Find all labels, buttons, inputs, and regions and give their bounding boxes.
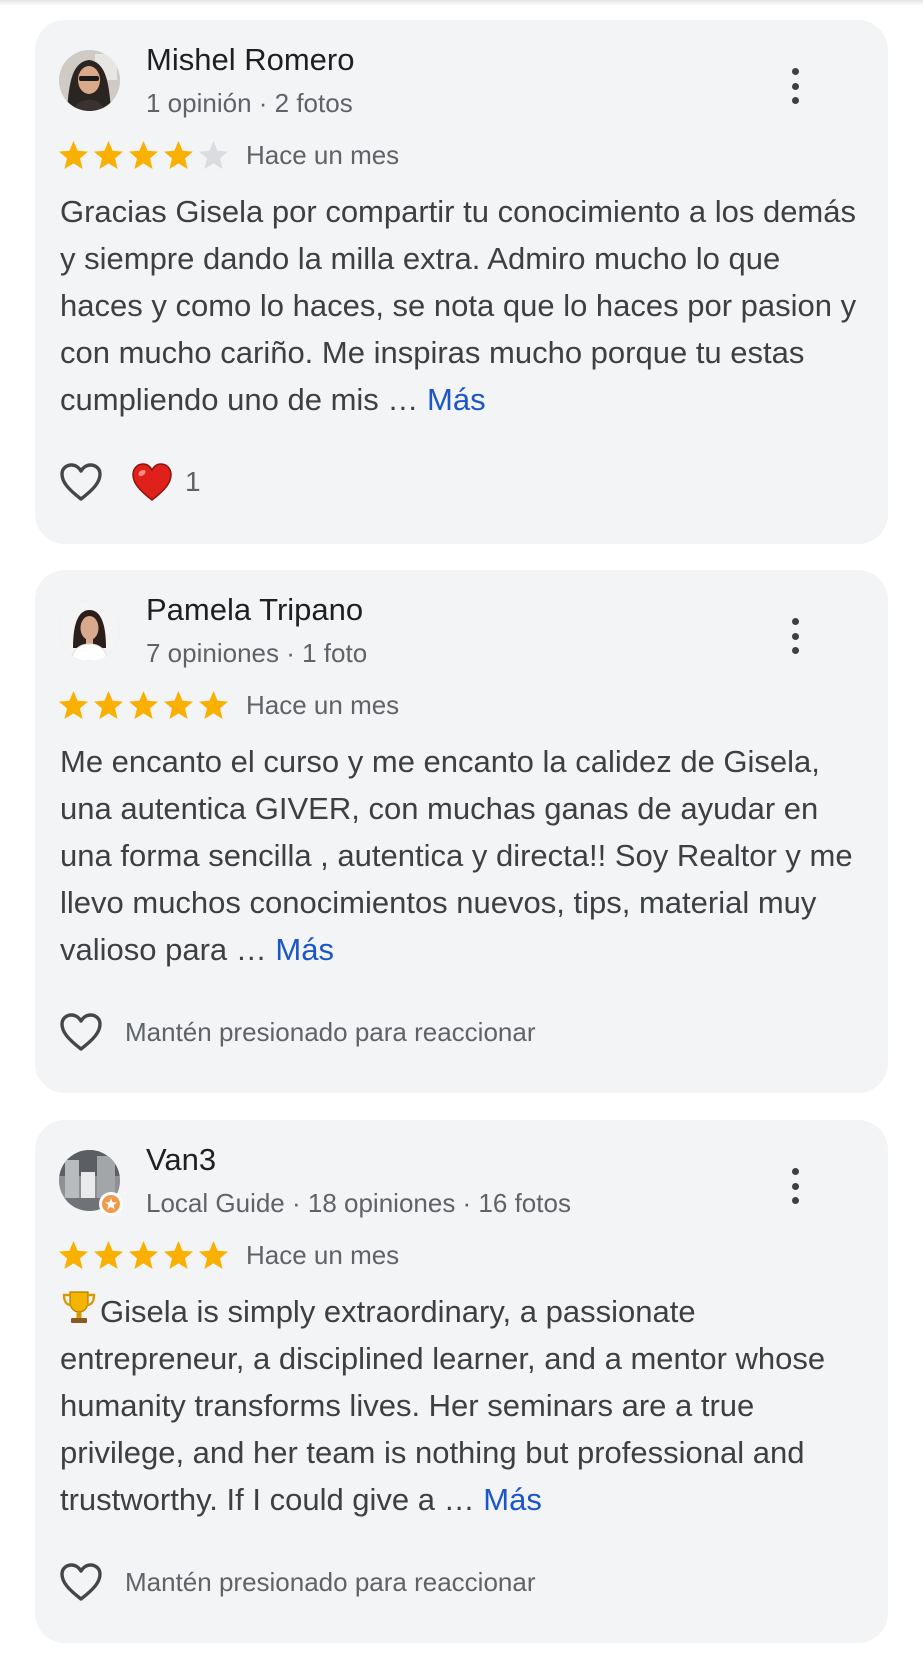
- heart-outline-icon[interactable]: [59, 1562, 103, 1602]
- review-card: Van3 Local Guide · 18 opiniones · 16 fot…: [35, 1120, 888, 1643]
- author-name[interactable]: Van3: [146, 1142, 216, 1178]
- star-filled-icon: [199, 690, 228, 719]
- more-options-icon[interactable]: [780, 1164, 810, 1208]
- more-link[interactable]: Más: [427, 382, 486, 417]
- star-filled-icon: [129, 1240, 158, 1269]
- heart-outline-icon[interactable]: [59, 462, 103, 502]
- star-filled-icon: [129, 690, 158, 719]
- trophy-emoji-icon: [62, 1291, 96, 1323]
- star-filled-icon: [94, 1240, 123, 1269]
- star-filled-icon: [94, 690, 123, 719]
- author-meta: 7 opiniones · 1 foto: [146, 638, 368, 668]
- more-options-icon[interactable]: [780, 64, 810, 108]
- review-date: Hace un mes: [246, 689, 400, 720]
- star-filled-icon: [164, 140, 193, 169]
- star-filled-icon: [59, 140, 88, 169]
- star-filled-icon: [164, 690, 193, 719]
- author-avatar[interactable]: [59, 600, 120, 661]
- local-guide-badge-icon: [99, 1192, 123, 1216]
- author-meta: 1 opinión · 2 fotos: [146, 88, 353, 118]
- reaction-summary[interactable]: 1: [131, 462, 201, 502]
- star-filled-icon: [199, 1240, 228, 1269]
- review-text: Gisela is simply extraordinary, a passio…: [60, 1288, 860, 1523]
- review-card: Pamela Tripano 7 opiniones · 1 foto Hace…: [35, 570, 888, 1093]
- star-filled-icon: [59, 690, 88, 719]
- more-link[interactable]: Más: [275, 932, 334, 967]
- review-text: Me encanto el curso y me encanto la cali…: [60, 738, 860, 973]
- author-meta: Local Guide · 18 opiniones · 16 fotos: [146, 1188, 571, 1218]
- heart-outline-icon[interactable]: [59, 1012, 103, 1052]
- review-date: Hace un mes: [246, 1239, 400, 1270]
- star-rating: [57, 1239, 230, 1272]
- author-name[interactable]: Mishel Romero: [146, 42, 354, 78]
- reaction-hint: Mantén presionado para reaccionar: [125, 1566, 536, 1597]
- more-options-icon[interactable]: [780, 614, 810, 658]
- reaction-row: Mantén presionado para reaccionar: [59, 1560, 535, 1604]
- star-filled-icon: [129, 140, 158, 169]
- author-avatar[interactable]: [59, 50, 120, 111]
- rating-row: Hace un mes: [57, 1238, 399, 1272]
- reaction-count: 1: [185, 466, 201, 497]
- author-name[interactable]: Pamela Tripano: [146, 592, 363, 628]
- review-body: Gisela is simply extraordinary, a passio…: [60, 1294, 826, 1517]
- reaction-row: Mantén presionado para reaccionar: [59, 1010, 535, 1054]
- star-filled-icon: [59, 1240, 88, 1269]
- rating-row: Hace un mes: [57, 138, 399, 172]
- review-body: Me encanto el curso y me encanto la cali…: [60, 744, 853, 967]
- review-date: Hace un mes: [246, 139, 400, 170]
- review-card: Mishel Romero 1 opinión · 2 fotos Hace u…: [35, 20, 888, 544]
- star-empty-icon: [199, 140, 228, 169]
- review-text: Gracias Gisela por compartir tu conocimi…: [60, 188, 860, 423]
- more-link[interactable]: Más: [483, 1482, 542, 1517]
- top-shadow: [0, 0, 923, 6]
- star-filled-icon: [164, 1240, 193, 1269]
- star-rating: [57, 139, 230, 172]
- rating-row: Hace un mes: [57, 688, 399, 722]
- reaction-row: 1: [59, 460, 201, 504]
- reaction-hint: Mantén presionado para reaccionar: [125, 1016, 536, 1047]
- red-heart-icon: [132, 463, 172, 501]
- star-filled-icon: [94, 140, 123, 169]
- star-rating: [57, 689, 230, 722]
